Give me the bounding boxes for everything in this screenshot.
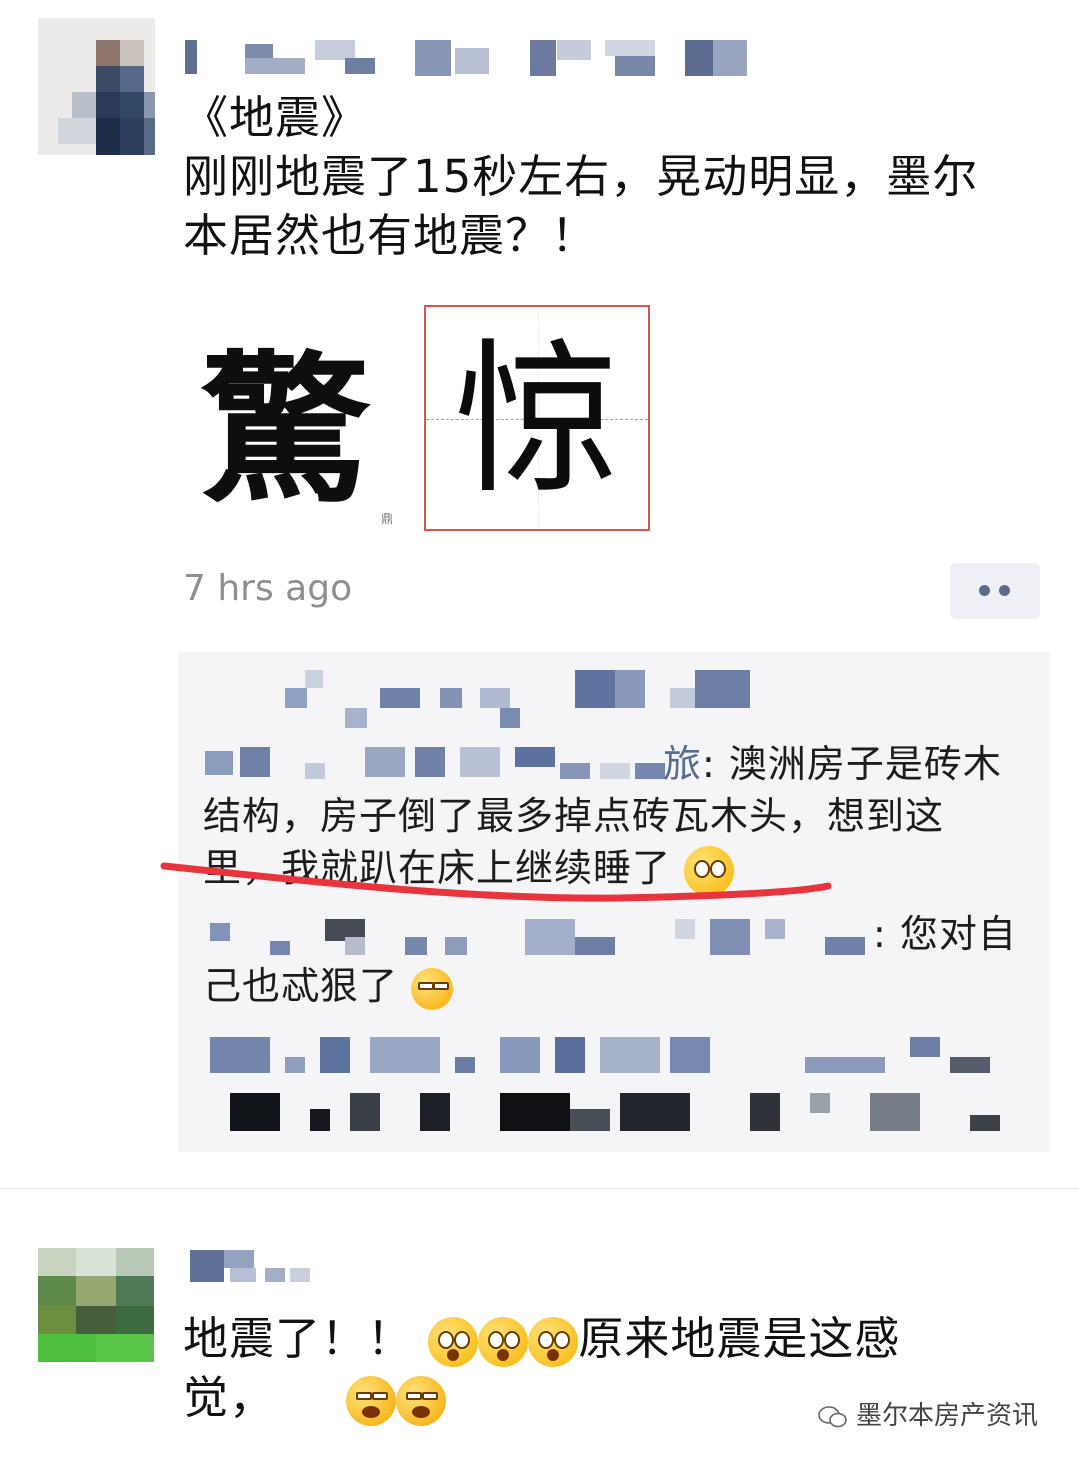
comment-separator: : xyxy=(702,742,729,786)
post-body-text: 原来地震是这感 xyxy=(578,1312,901,1365)
sweat-face-emoji xyxy=(411,967,454,1010)
wechat-logo-icon xyxy=(818,1405,847,1427)
post-timestamp: 7 hrs ago xyxy=(183,568,353,609)
crying-face-emoji xyxy=(345,1376,396,1426)
comment-blurred[interactable] xyxy=(210,1035,1010,1135)
avatar[interactable] xyxy=(38,1248,154,1362)
commenter-name-suffix[interactable]: 旅 xyxy=(663,742,702,786)
simplified-character: 惊 xyxy=(454,324,620,516)
post-divider xyxy=(0,1188,1079,1189)
post-body-line: 刚刚地震了15秒左右，晃动明显，墨尔 xyxy=(183,150,979,203)
more-dots-icon xyxy=(999,585,1010,596)
comment-text-line: 您对自 xyxy=(899,912,1017,956)
post-image-character-grid[interactable]: 惊 xyxy=(424,305,650,531)
shocked-face-emoji xyxy=(528,1317,579,1367)
comment-text-line: 己也忒狠了 xyxy=(203,964,399,1008)
post-body-line: 本居然也有地震？！ xyxy=(183,209,598,262)
seal-mark: 鼎 xyxy=(381,512,394,526)
poster-name-blurred[interactable] xyxy=(190,1248,320,1284)
comment[interactable]: : 您对自 己也忒狠了 xyxy=(203,908,1048,1012)
likes-row-blurred[interactable] xyxy=(285,668,755,728)
more-dots-icon xyxy=(979,585,990,596)
more-actions-button[interactable] xyxy=(950,563,1040,619)
poster-name-blurred[interactable] xyxy=(185,38,755,78)
comment-text-line: 澳洲房子是砖木 xyxy=(728,742,1002,786)
shocked-face-emoji xyxy=(478,1317,529,1367)
comment-separator: : xyxy=(873,912,900,956)
post-title: 《地震》 xyxy=(183,91,368,144)
shocked-face-emoji xyxy=(428,1317,479,1367)
post-text: 《地震》 刚刚地震了15秒左右，晃动明显，墨尔 本居然也有地震？！ xyxy=(183,88,1043,265)
comment-text-line: 结构，房子倒了最多掉点砖瓦木头，想到这 xyxy=(203,794,945,838)
crying-face-emoji xyxy=(395,1376,446,1426)
avatar[interactable] xyxy=(38,18,155,155)
post-image-traditional-character[interactable]: 驚 xyxy=(200,335,390,525)
watermark-text: 墨尔本房产资讯 xyxy=(856,1401,1039,1431)
post-body-text: 地震了！！ xyxy=(183,1312,414,1365)
post-body-text: 觉， xyxy=(183,1371,276,1424)
watermark: 墨尔本房产资讯 xyxy=(818,1395,1038,1432)
